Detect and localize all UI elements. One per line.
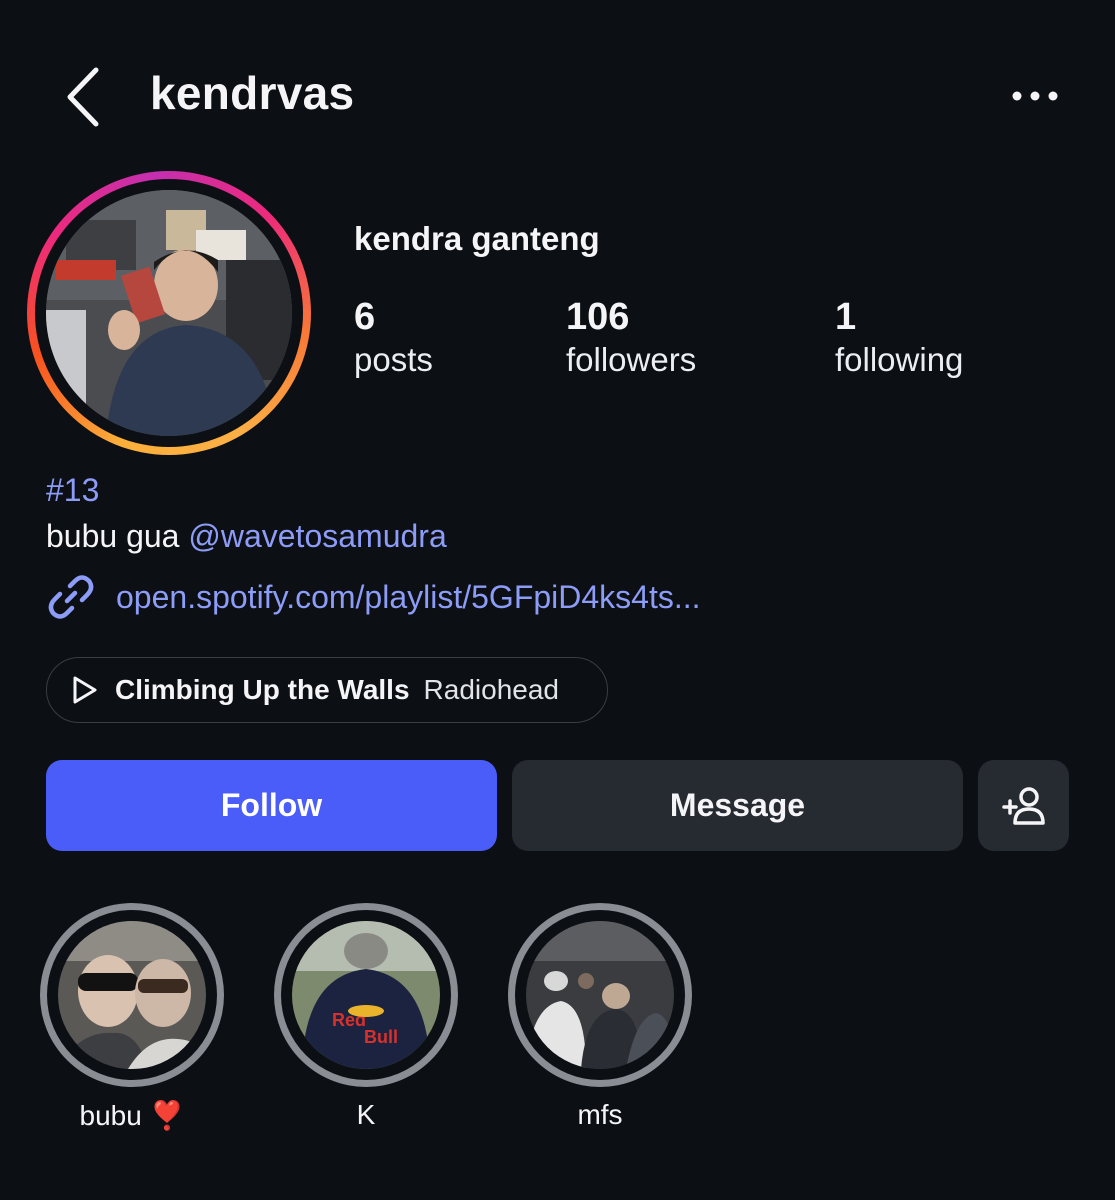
bio-link[interactable]: open.spotify.com/playlist/5GFpiD4ks4ts..…	[46, 572, 701, 622]
music-song-title: Climbing Up the Walls	[115, 674, 410, 705]
highlight-label: mfs	[577, 1099, 623, 1130]
back-button[interactable]	[52, 62, 112, 132]
bio-text: bubu gua	[46, 518, 180, 554]
stat-posts[interactable]: 6 posts	[354, 296, 433, 382]
followers-count: 106	[566, 296, 630, 338]
svg-text:Bull: Bull	[364, 1027, 398, 1047]
highlight-label: K	[356, 1099, 376, 1130]
suggested-users-button[interactable]	[978, 760, 1069, 851]
message-button[interactable]: Message	[512, 760, 963, 851]
followers-label: followers	[566, 341, 697, 378]
avatar	[46, 190, 292, 436]
add-user-icon	[1001, 786, 1045, 825]
profile-avatar-story-ring[interactable]	[27, 171, 311, 455]
highlight-cover-image	[526, 921, 674, 1069]
music-artist: Radiohead	[423, 674, 559, 705]
profile-music-pill[interactable]: Climbing Up the Walls Radiohead	[46, 657, 608, 723]
posts-count: 6	[354, 296, 376, 338]
highlight-label: bubu ❣️	[79, 1100, 185, 1131]
highlight-ring	[40, 903, 224, 1087]
bio-mention[interactable]: @wavetosamudra	[188, 518, 446, 554]
stat-followers[interactable]: 106 followers	[566, 296, 696, 382]
highlight-cover-image	[58, 921, 206, 1069]
highlight-cover-image: Red Bull	[292, 921, 440, 1069]
following-count: 1	[835, 296, 857, 338]
profile-full-name: kendra ganteng	[354, 220, 600, 257]
bio-text-line: bubu gua @wavetosamudra	[46, 518, 447, 555]
highlight-ring	[508, 903, 692, 1087]
follow-button[interactable]: Follow	[46, 760, 497, 851]
profile-username: kendrvas	[150, 67, 355, 119]
chevron-left-icon	[67, 67, 99, 127]
play-icon	[73, 676, 97, 704]
highlight-bubu[interactable]: bubu ❣️	[40, 903, 224, 1132]
stat-following[interactable]: 1 following	[835, 296, 963, 382]
more-options-button[interactable]	[1003, 78, 1067, 114]
following-label: following	[835, 341, 964, 378]
highlight-ring: Red Bull	[274, 903, 458, 1087]
highlight-k[interactable]: Red Bull K	[274, 903, 458, 1131]
more-horizontal-icon	[1012, 91, 1058, 101]
highlight-mfs[interactable]: mfs	[508, 903, 692, 1131]
posts-label: posts	[354, 341, 433, 378]
link-icon	[48, 575, 94, 619]
bio-hashtag[interactable]: #13	[46, 472, 99, 509]
bio-link-text: open.spotify.com/playlist/5GFpiD4ks4ts..…	[116, 578, 701, 615]
